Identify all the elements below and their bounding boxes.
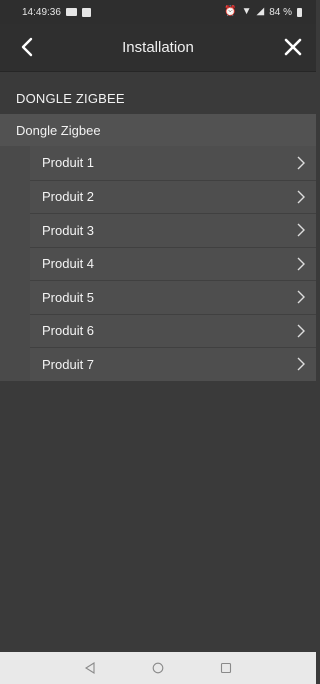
mail-notification-icon <box>65 8 77 16</box>
chevron-right-icon <box>297 357 305 371</box>
chevron-right-icon <box>297 290 305 304</box>
alarm-icon: ⏰ <box>224 6 237 17</box>
chevron-right-icon <box>297 190 305 204</box>
list-item-label: Produit 1 <box>42 155 95 171</box>
section-title: DONGLE ZIGBEE <box>16 90 125 106</box>
list-item-label: Produit 2 <box>42 189 95 205</box>
nav-recents-button[interactable] <box>219 661 233 675</box>
battery-icon <box>297 7 302 17</box>
list-item-produit-2[interactable]: Produit 2 <box>30 179 316 213</box>
list-item-produit-5[interactable]: Produit 5 <box>30 280 316 314</box>
list-item-label: Produit 4 <box>42 256 95 272</box>
list-item-label: Produit 6 <box>42 323 95 339</box>
list-item-label: Produit 7 <box>42 356 95 372</box>
battery-percent: 84 % <box>269 6 292 18</box>
group-header[interactable]: Dongle Zigbee <box>0 114 316 146</box>
system-navigation-bar <box>0 652 316 684</box>
chevron-left-icon <box>21 37 33 57</box>
back-button[interactable] <box>12 32 42 62</box>
chevron-right-icon <box>297 257 305 271</box>
close-icon <box>284 38 302 56</box>
image-notification-icon <box>81 7 91 17</box>
product-list: Produit 1 Produit 2 Produit 3 Produit 4 … <box>0 146 316 381</box>
chevron-right-icon <box>297 223 305 237</box>
status-bar: 14:49:36 ⏰ ▼ ◢ 84 % <box>0 0 316 24</box>
status-bar-right: ⏰ ▼ ◢ 84 % <box>224 7 302 18</box>
page-title: Installation <box>122 39 194 56</box>
square-recents-icon <box>220 662 232 674</box>
status-time: 14:49:36 <box>22 6 61 18</box>
list-item-label: Produit 3 <box>42 222 95 238</box>
chevron-right-icon <box>297 156 305 170</box>
nav-home-button[interactable] <box>151 661 165 675</box>
wifi-icon: ▼ <box>241 6 252 17</box>
list-item-produit-4[interactable]: Produit 4 <box>30 246 316 280</box>
chevron-right-icon <box>297 324 305 338</box>
close-button[interactable] <box>278 32 308 62</box>
triangle-back-icon <box>84 662 95 674</box>
circle-home-icon <box>152 662 164 674</box>
app-bar: Installation <box>0 24 316 72</box>
list-item-produit-1[interactable]: Produit 1 <box>30 146 316 180</box>
list-item-produit-6[interactable]: Produit 6 <box>30 313 316 347</box>
nav-back-button[interactable] <box>83 661 97 675</box>
status-bar-left: 14:49:36 <box>22 7 91 18</box>
list-item-produit-3[interactable]: Produit 3 <box>30 213 316 247</box>
signal-icon: ◢ <box>256 6 265 17</box>
list-item-label: Produit 5 <box>42 289 95 305</box>
list-item-produit-7[interactable]: Produit 7 <box>30 347 316 381</box>
